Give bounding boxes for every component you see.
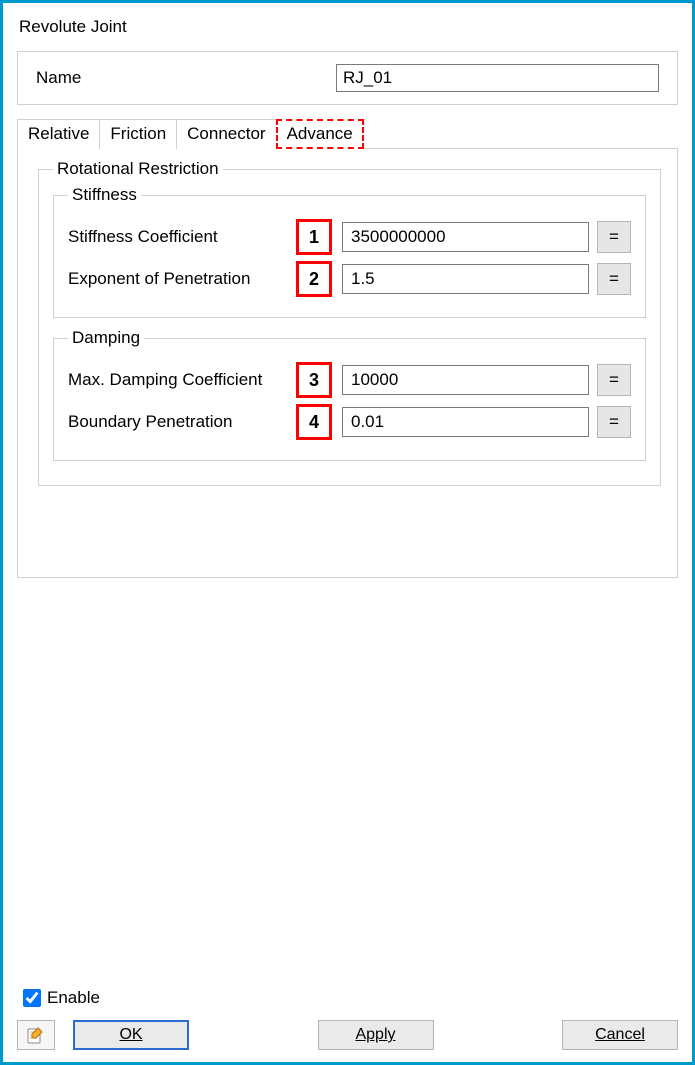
row-exponent-penetration: Exponent of Penetration 2 = (68, 261, 631, 297)
enable-checkbox[interactable] (23, 989, 41, 1007)
callout-2: 2 (296, 261, 332, 297)
button-bar: OK Apply Cancel (17, 1020, 678, 1050)
apply-button[interactable]: Apply (318, 1020, 434, 1050)
label-stiffness-coefficient: Stiffness Coefficient (68, 227, 296, 247)
tab-advance[interactable]: Advance (276, 119, 364, 149)
legend-damping: Damping (68, 328, 144, 348)
pencil-note-icon (27, 1026, 45, 1044)
callout-3: 3 (296, 362, 332, 398)
name-input[interactable] (336, 64, 659, 92)
callout-1: 1 (296, 219, 332, 255)
input-max-damping-coefficient[interactable] (342, 365, 589, 395)
input-stiffness-coefficient[interactable] (342, 222, 589, 252)
dialog-title: Revolute Joint (17, 13, 678, 51)
input-boundary-penetration[interactable] (342, 407, 589, 437)
row-stiffness-coefficient: Stiffness Coefficient 1 = (68, 219, 631, 255)
legend-rotational-restriction: Rotational Restriction (53, 159, 223, 179)
name-row: Name (17, 51, 678, 105)
label-boundary-penetration: Boundary Penetration (68, 412, 296, 432)
group-rotational-restriction: Rotational Restriction Stiffness Stiffne… (38, 159, 661, 486)
row-boundary-penetration: Boundary Penetration 4 = (68, 404, 631, 440)
ok-button[interactable]: OK (73, 1020, 189, 1050)
tab-connector[interactable]: Connector (176, 119, 276, 149)
expr-button-boundary-penetration[interactable]: = (597, 406, 631, 438)
tab-friction[interactable]: Friction (99, 119, 177, 149)
tab-pane-advance: Rotational Restriction Stiffness Stiffne… (17, 148, 678, 578)
callout-4: 4 (296, 404, 332, 440)
expr-button-exponent-penetration[interactable]: = (597, 263, 631, 295)
label-exponent-penetration: Exponent of Penetration (68, 269, 296, 289)
name-label: Name (36, 68, 336, 88)
expr-button-stiffness-coefficient[interactable]: = (597, 221, 631, 253)
enable-label: Enable (47, 988, 100, 1008)
legend-stiffness: Stiffness (68, 185, 141, 205)
enable-row: Enable (17, 980, 678, 1020)
tab-bar: Relative Friction Connector Advance (17, 119, 678, 149)
cancel-button[interactable]: Cancel (562, 1020, 678, 1050)
tab-relative[interactable]: Relative (17, 119, 100, 149)
expr-button-max-damping-coefficient[interactable]: = (597, 364, 631, 396)
note-icon-button[interactable] (17, 1020, 55, 1050)
input-exponent-penetration[interactable] (342, 264, 589, 294)
group-stiffness: Stiffness Stiffness Coefficient 1 = Expo… (53, 185, 646, 318)
label-max-damping-coefficient: Max. Damping Coefficient (68, 370, 296, 390)
group-damping: Damping Max. Damping Coefficient 3 = Bou… (53, 328, 646, 461)
row-max-damping-coefficient: Max. Damping Coefficient 3 = (68, 362, 631, 398)
